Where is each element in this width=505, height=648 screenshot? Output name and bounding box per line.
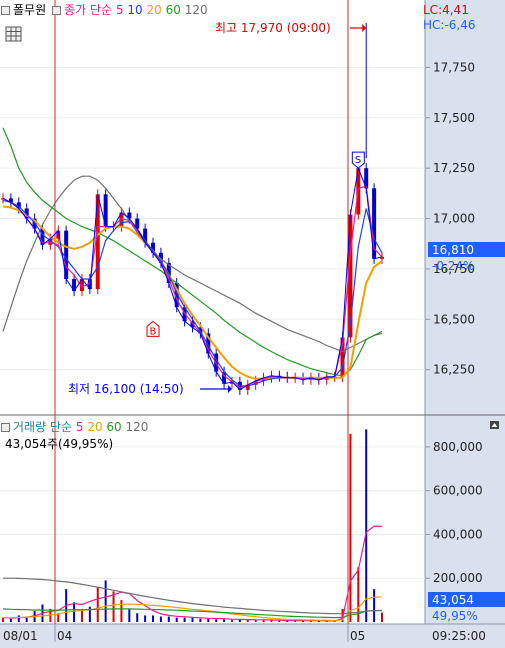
ma-period-10: 10 (127, 3, 143, 17)
volume-ma-period-120: 120 (125, 420, 149, 434)
x-tick-label: 04 (57, 629, 72, 643)
volume-y-tick-label: 200,000 (433, 571, 483, 585)
current-price-label: 16,810 (432, 243, 474, 257)
sell-marker-label: S (355, 155, 361, 166)
pane-close-icon[interactable] (490, 421, 499, 429)
volume-ma-period-5: 5 (75, 420, 84, 434)
hc-lc-readout: LC:4,41 HC:-6,46 (423, 3, 476, 32)
grid-icon[interactable] (5, 26, 22, 42)
lc-readout: LC:4,41 (423, 3, 469, 17)
price-y-tick-label: 17,000 (433, 212, 475, 226)
price-y-tick-label: 17,500 (433, 111, 475, 125)
volume-y-tick-label: 600,000 (433, 484, 483, 498)
x-tick-label: 09:25:00 (432, 629, 486, 643)
low-price-label: 최저 16,100 (14:50) (68, 382, 184, 396)
chart-canvas: 16,25016,50016,75017,00017,25017,50017,7… (0, 0, 505, 648)
price-pane-header: 폴무원 종가 단순 5 10 20 60 120 (1, 3, 208, 17)
x-axis-panel (0, 624, 505, 648)
current-volume-ratio: 49,95% (432, 609, 478, 623)
volume-current-readout: 43,054주(49,95%) (5, 437, 114, 451)
price-y-tick-label: 17,250 (433, 161, 475, 175)
x-tick-label: 05 (350, 629, 365, 643)
price-settings-icon[interactable] (1, 6, 10, 15)
grid-icon-frame (5, 26, 22, 42)
price-y-tick-label: 17,750 (433, 60, 475, 74)
x-tick-label: 08/01 (3, 629, 38, 643)
ma-period-120: 120 (184, 3, 208, 17)
volume-ma-label: 거래량 단순 (13, 420, 73, 434)
volume-ma-period-20: 20 (87, 420, 103, 434)
high-price-label: 최고 17,970 (09:00) (215, 21, 331, 35)
volume-y-tick-label: 400,000 (433, 527, 483, 541)
instrument-name: 폴무원 (13, 3, 47, 17)
hc-readout: HC:-6,46 (423, 18, 476, 32)
current-price-change: -0,24% (432, 259, 474, 273)
ma-period-20: 20 (146, 3, 162, 17)
ma-period-5: 5 (115, 3, 124, 17)
current-volume-label: 43,054 (432, 593, 474, 607)
volume-pane-header: 거래량 단순 5 20 60 120 (1, 420, 148, 434)
price-y-tick-label: 16,500 (433, 312, 475, 326)
price-ma-label: 종가 단순 (64, 3, 113, 17)
volume-y-tick-label: 800,000 (433, 440, 483, 454)
ma-settings-icon[interactable] (52, 6, 62, 15)
ma-period-60: 60 (165, 3, 181, 17)
volume-ma-period-60: 60 (106, 420, 122, 434)
price-y-tick-label: 16,250 (433, 363, 475, 377)
volume-settings-icon[interactable] (1, 423, 10, 432)
buy-marker-label: B (150, 326, 157, 337)
